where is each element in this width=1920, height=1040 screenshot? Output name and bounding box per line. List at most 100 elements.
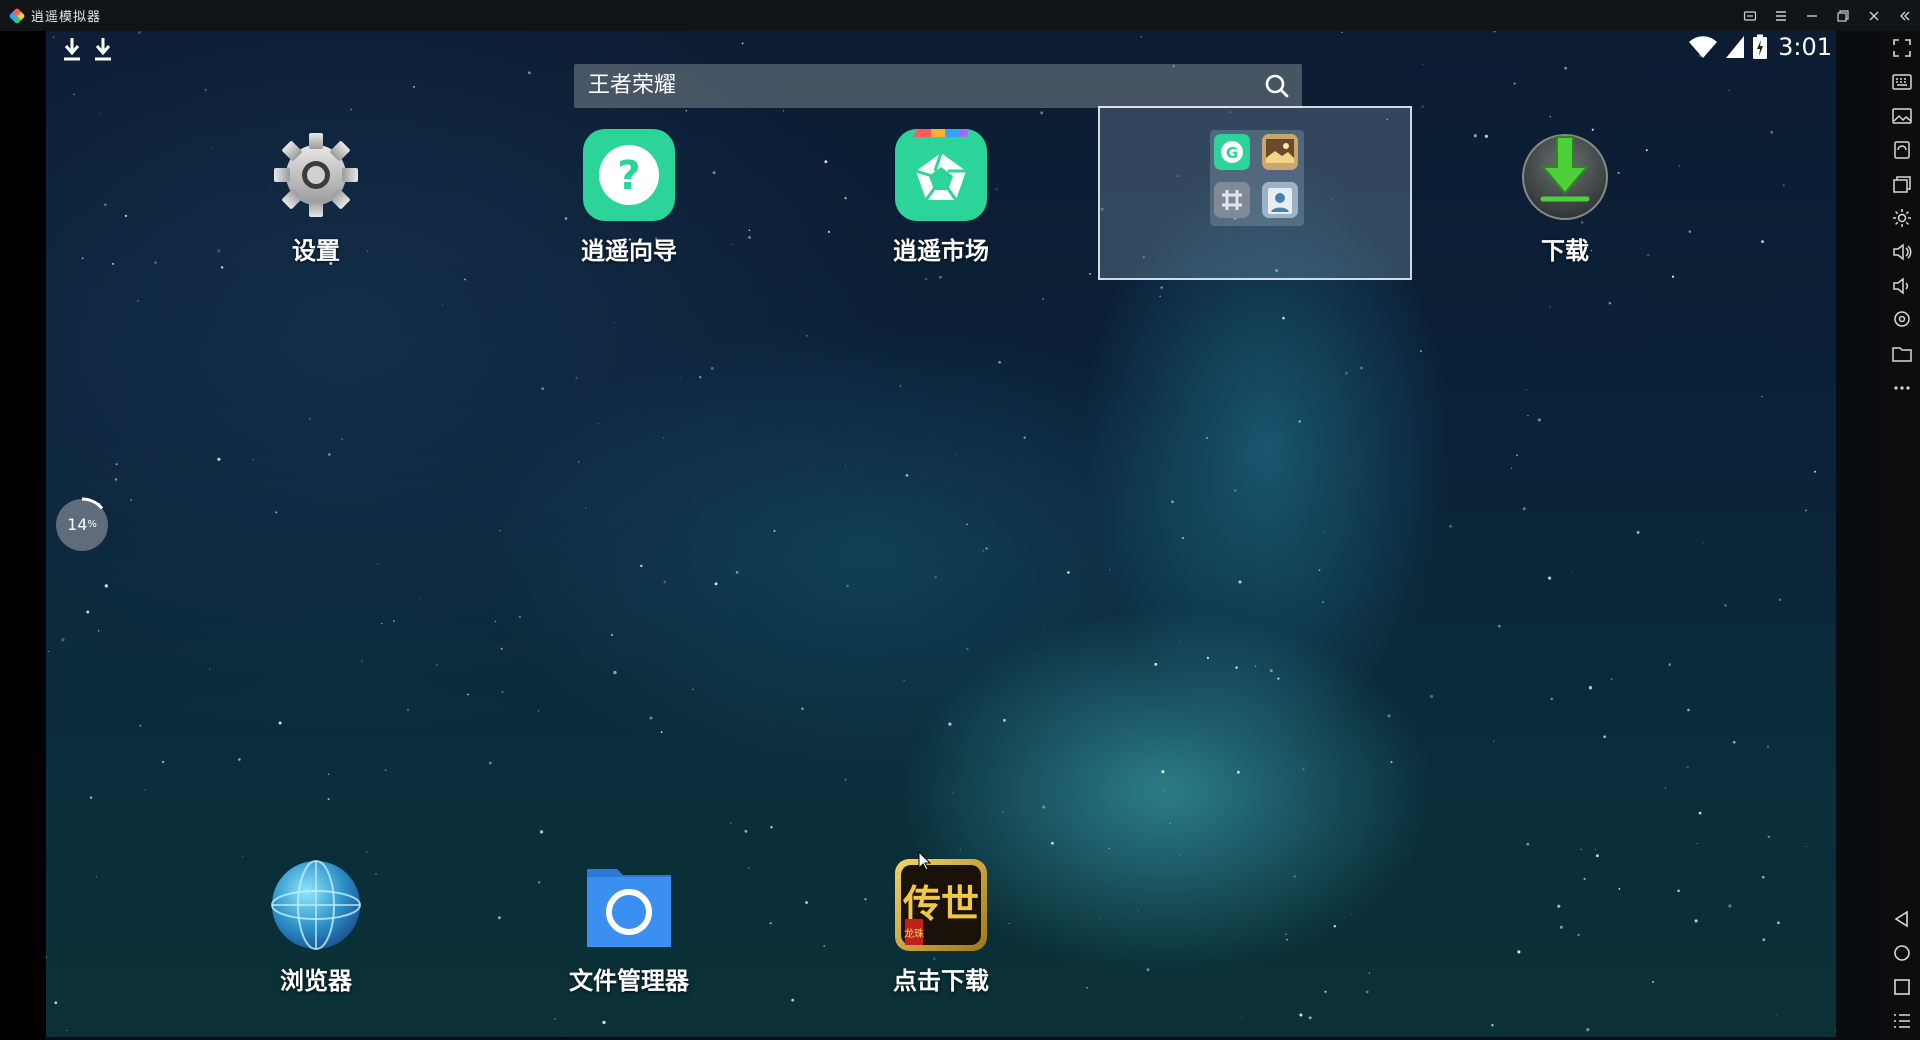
star (824, 160, 828, 164)
star (580, 575, 582, 577)
star (1152, 756, 1154, 758)
download-notification-icon[interactable] (61, 35, 83, 67)
star (982, 550, 984, 552)
location-button[interactable] (1891, 309, 1913, 331)
star (1282, 316, 1285, 320)
app-list-button[interactable] (1891, 1010, 1913, 1032)
keyboard-mapping-button[interactable] (1891, 71, 1913, 93)
star (1694, 919, 1698, 923)
star (86, 610, 90, 614)
star (1297, 744, 1299, 745)
star (827, 230, 831, 234)
market-icon (893, 127, 989, 223)
app-market[interactable]: 逍遥市场 (861, 127, 1021, 266)
star (578, 461, 580, 463)
game-icon: 传世 龙珠 (893, 857, 989, 953)
star (1234, 489, 1237, 492)
star (1277, 677, 1280, 680)
app-file-manager[interactable]: 文件管理器 (549, 857, 709, 996)
star (966, 523, 968, 526)
app-settings[interactable]: 设置 (236, 127, 396, 266)
star (584, 506, 587, 509)
star (1761, 396, 1763, 398)
search-bar[interactable]: 王者荣耀 (574, 64, 1302, 108)
window-title: 逍遥模拟器 (31, 10, 102, 25)
status-bar-right: 3:01 (1688, 33, 1832, 61)
minimize-icon (1806, 14, 1817, 17)
folder-icon (1892, 347, 1912, 362)
search-icon[interactable] (1264, 73, 1290, 99)
shared-folder-button[interactable] (1891, 343, 1913, 365)
title-bar: 逍遥模拟器 (0, 0, 1920, 31)
star (1687, 708, 1690, 712)
star (48, 650, 50, 653)
star (341, 438, 343, 440)
star (714, 582, 718, 586)
multi-window-button[interactable] (1891, 173, 1913, 195)
app-folder[interactable]: G (1098, 106, 1412, 280)
home-button[interactable] (1891, 942, 1913, 964)
app-game-download[interactable]: 传世 龙珠 点击下载 (861, 857, 1021, 996)
app-download[interactable]: 下载 (1485, 127, 1645, 266)
download-notification-icon[interactable] (92, 35, 114, 67)
star (1517, 950, 1521, 954)
star (956, 454, 958, 456)
close-button[interactable] (1858, 0, 1889, 31)
screenshot-button[interactable] (1891, 105, 1913, 127)
star (1761, 240, 1764, 244)
star (823, 944, 826, 947)
collapse-toolbar-button[interactable] (1889, 0, 1920, 31)
minimize-button[interactable] (1796, 0, 1827, 31)
star (488, 761, 492, 765)
settings-button[interactable] (1891, 207, 1913, 229)
more-button[interactable] (1891, 377, 1913, 399)
star (537, 709, 540, 712)
star (939, 275, 942, 279)
folder-icon (581, 857, 677, 953)
recents-button[interactable] (1891, 976, 1913, 998)
progress-indicator[interactable]: 14% (54, 497, 110, 553)
rotate-button[interactable] (1891, 139, 1913, 161)
star (407, 709, 409, 711)
volume-up-button[interactable] (1891, 241, 1913, 263)
star (96, 876, 98, 878)
folder-preview: G (1210, 130, 1304, 226)
star (1236, 770, 1240, 774)
menu-button[interactable] (1765, 0, 1796, 31)
star (1571, 571, 1572, 573)
star (1577, 933, 1580, 937)
star (845, 465, 846, 467)
star (1549, 115, 1552, 118)
android-screen[interactable]: 3:01 王者荣耀 设置 ? 逍遥向导 逍遥市场 G 下载 14% 浏览器 文件… (46, 31, 1836, 1037)
volume-down-button[interactable] (1891, 275, 1913, 297)
app-label: 文件管理器 (569, 967, 689, 995)
screenshot-mode-button[interactable] (1734, 0, 1765, 31)
star (1360, 366, 1363, 370)
star (924, 277, 928, 281)
restore-icon (1836, 9, 1849, 22)
contacts-icon (1262, 182, 1298, 218)
star (217, 249, 221, 253)
fullscreen-button[interactable] (1891, 37, 1913, 59)
fullscreen-icon (1893, 39, 1911, 57)
star (441, 304, 443, 306)
star (1610, 678, 1613, 680)
restore-button[interactable] (1827, 0, 1858, 31)
star (729, 822, 733, 825)
gear-icon (268, 127, 364, 223)
star (1324, 990, 1327, 993)
star (327, 798, 330, 801)
star (328, 453, 331, 456)
star (1702, 542, 1704, 544)
star (1636, 530, 1640, 534)
app-guide[interactable]: ? 逍遥向导 (549, 127, 709, 266)
star (1766, 745, 1770, 748)
star (966, 647, 969, 651)
back-button[interactable] (1891, 908, 1913, 930)
star (1580, 848, 1582, 851)
app-browser[interactable]: 浏览器 (236, 857, 396, 996)
star (136, 300, 139, 302)
star (538, 881, 541, 884)
star (1743, 991, 1745, 992)
star (275, 511, 278, 514)
